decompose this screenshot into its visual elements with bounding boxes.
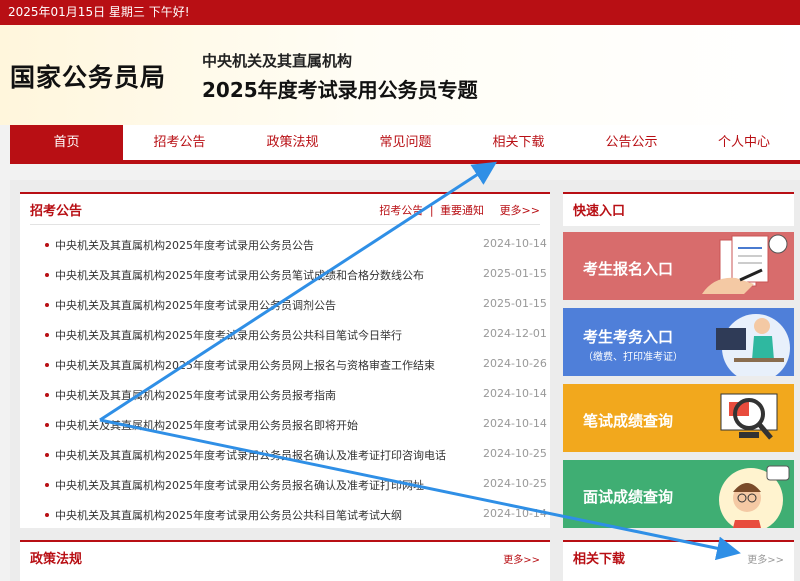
- bullet-icon: [45, 453, 49, 457]
- nav-policy[interactable]: 政策法规: [236, 125, 349, 160]
- top-date-bar: 2025年01月15日 星期三 下午好!: [0, 0, 800, 25]
- org-name: 国家公务员局: [10, 63, 167, 92]
- item-title[interactable]: 中央机关及其直属机构2025年度考试录用公务员笔试成绩和合格分数线公布: [55, 267, 424, 283]
- policy-more-link[interactable]: 更多>>: [503, 551, 540, 566]
- item-date: 2024-10-14: [483, 387, 547, 400]
- item-date: 2025-01-15: [483, 267, 547, 280]
- computer-user-icon: [716, 314, 790, 376]
- date-text: 2025年01月15日 星期三 下午好!: [8, 5, 190, 19]
- bullet-icon: [45, 303, 49, 307]
- nav-home[interactable]: 首页: [10, 125, 123, 160]
- list-item: 中央机关及其直属机构2025年度考试录用公务员报名确认及准考证打印咨询电话 20…: [20, 444, 550, 474]
- magnifier-computer-icon: [720, 393, 778, 440]
- announcements-title: 招考公告: [30, 204, 83, 219]
- candidate-exam-affairs-entry[interactable]: 考生考务入口 （缴费、打印准考证）: [563, 308, 794, 376]
- item-title[interactable]: 中央机关及其直属机构2025年度考试录用公务员公共科目笔试今日举行: [55, 327, 402, 343]
- list-item: 中央机关及其直属机构2025年度考试录用公务员公共科目笔试考试大纲 2024-1…: [20, 504, 550, 534]
- list-item: 中央机关及其直属机构2025年度考试录用公务员公共科目笔试今日举行 2024-1…: [20, 324, 550, 354]
- quick-entry-title: 快速入口: [573, 204, 626, 219]
- policy-panel: 政策法规 更多>>: [20, 540, 550, 581]
- quick-entry-panel: 快速入口: [563, 192, 794, 226]
- header-subtitle-1: 中央机关及其直属机构: [202, 52, 353, 70]
- item-title[interactable]: 中央机关及其直属机构2025年度考试录用公务员公共科目笔试考试大纲: [55, 507, 402, 523]
- item-title[interactable]: 中央机关及其直属机构2025年度考试录用公务员公告: [55, 237, 314, 253]
- link-important-notice[interactable]: 重要通知: [440, 204, 484, 217]
- tile-sublabel: （缴费、打印准考证）: [583, 352, 683, 363]
- bullet-icon: [45, 273, 49, 277]
- bullet-icon: [45, 423, 49, 427]
- list-item: 中央机关及其直属机构2025年度考试录用公务员公告 2024-10-14: [20, 234, 550, 264]
- bullet-icon: [45, 243, 49, 247]
- list-item: 中央机关及其直属机构2025年度考试录用公务员报名即将开始 2024-10-14: [20, 414, 550, 444]
- bullet-icon: [45, 363, 49, 367]
- announcements-panel: 招考公告 招考公告 | 重要通知 更多>> 中央机关及其直属机构2025年度考试…: [20, 192, 550, 528]
- interview-score-query[interactable]: 面试成绩查询: [563, 460, 794, 528]
- downloads-title: 相关下载: [573, 552, 626, 567]
- announcements-links: 招考公告 | 重要通知 更多>>: [379, 202, 540, 218]
- item-title[interactable]: 中央机关及其直属机构2025年度考试录用公务员报名确认及准考证打印网址: [55, 477, 424, 493]
- tile-label: 考生报名入口: [583, 260, 674, 278]
- item-title[interactable]: 中央机关及其直属机构2025年度考试录用公务员报名确认及准考证打印咨询电话: [55, 447, 446, 463]
- nav-personal-center[interactable]: 个人中心: [688, 125, 800, 160]
- header-subtitle-2: 2025年度考试录用公务员专题: [202, 78, 478, 102]
- list-item: 中央机关及其直属机构2025年度考试录用公务员网上报名与资格审查工作结束 202…: [20, 354, 550, 384]
- item-date: 2024-10-25: [483, 447, 547, 460]
- item-date: 2024-12-01: [483, 327, 547, 340]
- item-title[interactable]: 中央机关及其直属机构2025年度考试录用公务员报名即将开始: [55, 417, 358, 433]
- bullet-icon: [45, 513, 49, 517]
- item-title[interactable]: 中央机关及其直属机构2025年度考试录用公务员报考指南: [55, 387, 336, 403]
- policy-title: 政策法规: [30, 552, 83, 567]
- tile-label: 笔试成绩查询: [583, 412, 674, 430]
- announcements-more-link[interactable]: 更多>>: [500, 204, 540, 217]
- written-exam-score-query[interactable]: 笔试成绩查询: [563, 384, 794, 452]
- link-separator: |: [429, 204, 434, 217]
- nav-notices[interactable]: 公告公示: [575, 125, 688, 160]
- downloads-more-link[interactable]: 更多>>: [747, 551, 784, 566]
- item-date: 2024-10-14: [483, 237, 547, 250]
- item-date: 2024-10-25: [483, 477, 547, 490]
- item-title[interactable]: 中央机关及其直属机构2025年度考试录用公务员调剂公告: [55, 297, 336, 313]
- bullet-icon: [45, 393, 49, 397]
- bullet-icon: [45, 333, 49, 337]
- tile-label: 面试成绩查询: [583, 488, 674, 506]
- nav-faq[interactable]: 常见问题: [349, 125, 462, 160]
- nav-announcements[interactable]: 招考公告: [123, 125, 236, 160]
- item-date: 2025-01-15: [483, 297, 547, 310]
- nav-downloads[interactable]: 相关下载: [462, 125, 575, 160]
- item-title[interactable]: 中央机关及其直属机构2025年度考试录用公务员网上报名与资格审查工作结束: [55, 357, 435, 373]
- item-date: 2024-10-14: [483, 417, 547, 430]
- document-pen-icon: [702, 234, 788, 294]
- item-date: 2024-10-14: [483, 507, 547, 520]
- list-item: 中央机关及其直属机构2025年度考试录用公务员报考指南 2024-10-14: [20, 384, 550, 414]
- list-item: 中央机关及其直属机构2025年度考试录用公务员笔试成绩和合格分数线公布 2025…: [20, 264, 550, 294]
- item-date: 2024-10-26: [483, 357, 547, 370]
- list-item: 中央机关及其直属机构2025年度考试录用公务员调剂公告 2025-01-15: [20, 294, 550, 324]
- link-announcements[interactable]: 招考公告: [379, 204, 423, 217]
- interview-person-icon: [719, 465, 790, 528]
- panel-divider: [30, 224, 540, 225]
- tile-label: 考生考务入口: [583, 328, 674, 346]
- downloads-panel: 相关下载 更多>>: [563, 540, 794, 581]
- bullet-icon: [45, 483, 49, 487]
- list-item: 中央机关及其直属机构2025年度考试录用公务员报名确认及准考证打印网址 2024…: [20, 474, 550, 504]
- candidate-registration-entry[interactable]: 考生报名入口: [563, 232, 794, 300]
- main-nav: 首页 招考公告 政策法规 常见问题 相关下载 公告公示 个人中心: [10, 125, 800, 164]
